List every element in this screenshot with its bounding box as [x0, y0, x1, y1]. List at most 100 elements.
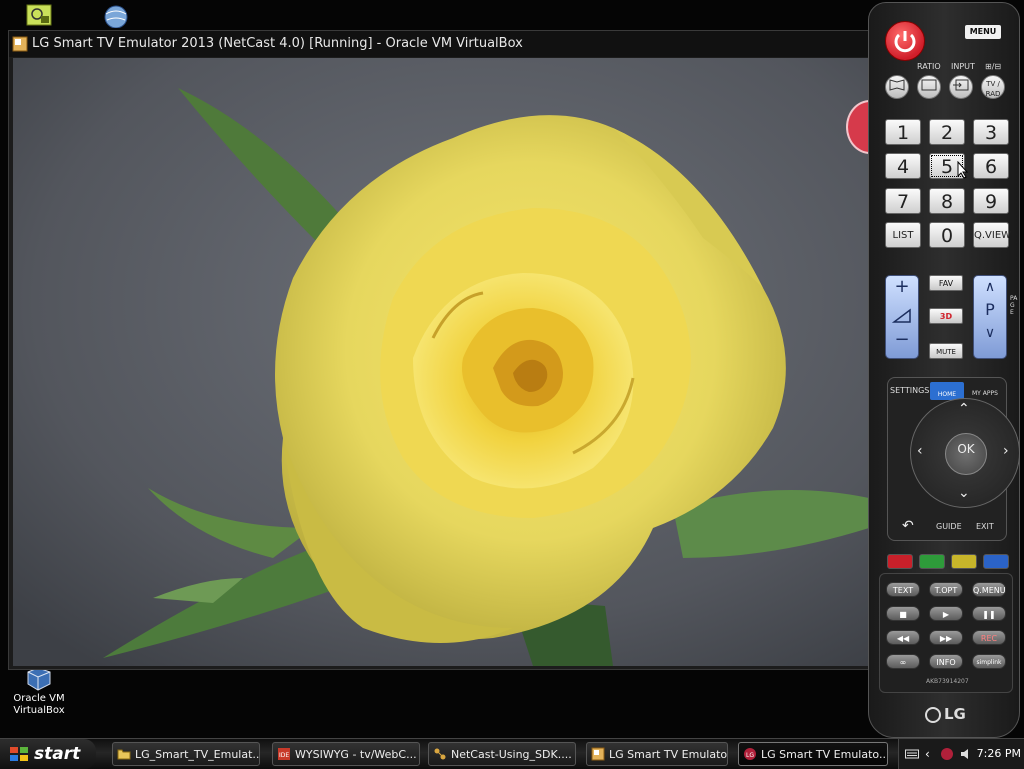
key-7[interactable]: 7 [885, 188, 921, 214]
up-arrow-icon[interactable]: ⌃ [958, 401, 970, 417]
my-apps-button[interactable]: MY APPS [972, 390, 998, 397]
rec-button[interactable]: REC [972, 630, 1006, 645]
info-button[interactable]: INFO [929, 654, 963, 669]
settings-button[interactable]: SETTINGS [890, 386, 929, 395]
taskbar: start LG_Smart_TV_Emulat... IDE WYSIWYG … [0, 738, 1024, 769]
lg-tray-icon[interactable] [939, 747, 955, 761]
yellow-button[interactable] [951, 554, 977, 569]
topt-button[interactable]: T.OPT [929, 582, 963, 597]
desktop-shortcut-icon[interactable] [26, 4, 56, 30]
qmenu-button[interactable]: Q.MENU [972, 582, 1006, 597]
volume-down-label: − [894, 329, 910, 350]
virtualbox-icon [27, 668, 51, 691]
mute-button[interactable]: MUTE [929, 343, 963, 359]
lg-logo: LG [925, 705, 966, 723]
playback-panel: TEXT T.OPT Q.MENU ■ ▶ ❚❚ ◀◀ ▶▶ REC ∞ INF… [879, 573, 1013, 693]
lg-icon: LG [744, 748, 756, 760]
power-button[interactable] [885, 21, 925, 61]
navigation-panel: SETTINGS HOME MY APPS ⌃ ‹ › ⌄ OK ↶ GUIDE… [887, 377, 1020, 541]
ok-label: OK [957, 442, 975, 456]
lg-brand-text: LG [944, 705, 966, 723]
direction-pad[interactable]: ⌃ ‹ › ⌄ OK [910, 398, 1020, 508]
stop-button[interactable]: ■ [886, 606, 920, 621]
window-titlebar[interactable]: LG Smart TV Emulator 2013 (NetCast 4.0) … [9, 31, 871, 57]
start-button[interactable]: start [0, 739, 96, 769]
3d-button[interactable]: 3D [929, 308, 963, 324]
system-tray: ‹ 7:26 PM [898, 739, 1024, 769]
channel-up-icon: ∧ [984, 279, 996, 295]
virtualbox-desktop-icon[interactable]: Oracle VM VirtualBox [10, 668, 68, 722]
tray-expand-icon[interactable]: ‹ [925, 739, 930, 769]
emulator-screen[interactable] [13, 58, 869, 666]
exit-button[interactable]: EXIT [976, 522, 994, 531]
menu-button[interactable]: MENU [965, 25, 1001, 39]
key-3[interactable]: 3 [973, 119, 1009, 145]
input-icon [953, 79, 969, 91]
text-button[interactable]: TEXT [886, 582, 920, 597]
fast-forward-button[interactable]: ▶▶ [929, 630, 963, 645]
task-label: NetCast-Using_SDK.... [451, 748, 572, 761]
network-icon [434, 748, 446, 760]
keyboard-icon[interactable] [905, 748, 919, 760]
taskbar-item-folder[interactable]: LG_Smart_TV_Emulat... [112, 742, 260, 766]
key-8[interactable]: 8 [929, 188, 965, 214]
blue-button[interactable] [983, 554, 1009, 569]
home-label: HOME [937, 391, 957, 398]
globe-shortcut-icon[interactable] [102, 4, 132, 30]
book-icon [889, 79, 905, 91]
taskbar-item-netcast[interactable]: NetCast-Using_SDK.... [428, 742, 576, 766]
red-button[interactable] [887, 554, 913, 569]
key-0[interactable]: 0 [929, 222, 965, 248]
channel-rocker[interactable]: ∧ P ∨ [973, 275, 1007, 359]
tv-rad-button[interactable]: TV / RAD [981, 75, 1005, 99]
input-label: INPUT [951, 62, 975, 71]
ok-button[interactable]: OK [945, 433, 987, 475]
key-6[interactable]: 6 [973, 153, 1009, 179]
green-button[interactable] [919, 554, 945, 569]
volume-up-label: + [894, 276, 910, 297]
right-arrow-icon[interactable]: › [1003, 443, 1009, 459]
play-button[interactable]: ▶ [929, 606, 963, 621]
pause-button[interactable]: ❚❚ [972, 606, 1006, 621]
taskbar-item-emulator-vbox[interactable]: LG Smart TV Emulato... [586, 742, 728, 766]
taskbar-item-wysiwyg[interactable]: IDE WYSIWYG - tv/WebC... [272, 742, 420, 766]
volume-rocker[interactable]: + − [885, 275, 919, 359]
key-2[interactable]: 2 [929, 119, 965, 145]
rewind-button[interactable]: ◀◀ [886, 630, 920, 645]
mouse-cursor-icon [957, 161, 969, 179]
fav-button[interactable]: FAV [929, 275, 963, 291]
taskbar-item-emulator-active[interactable]: LG LG Smart TV Emulato... [738, 742, 888, 766]
ide-icon: IDE [278, 748, 290, 760]
svg-text:LG: LG [746, 752, 754, 759]
task-label: LG Smart TV Emulato... [609, 748, 728, 761]
book-button[interactable] [885, 75, 909, 99]
qview-button[interactable]: Q.VIEW [973, 222, 1011, 248]
channel-down-icon: ∨ [984, 325, 996, 341]
left-arrow-icon[interactable]: ‹ [917, 443, 923, 459]
task-label: LG_Smart_TV_Emulat... [135, 748, 260, 761]
lg-circle-icon [925, 706, 941, 723]
link-button[interactable]: ∞ [886, 654, 920, 669]
key-4[interactable]: 4 [885, 153, 921, 179]
channel-label: P [985, 300, 995, 319]
clock[interactable]: 7:26 PM [969, 739, 1021, 769]
lg-remote-control: MENU RATIO INPUT ⊞/⊟ TV / RAD 1 2 3 4 5 … [868, 2, 1020, 738]
down-arrow-icon[interactable]: ⌄ [958, 485, 970, 501]
virtualbox-window: LG Smart TV Emulator 2013 (NetCast 4.0) … [8, 30, 872, 670]
window-title: LG Smart TV Emulator 2013 (NetCast 4.0) … [32, 36, 523, 51]
ratio-label: RATIO [917, 62, 941, 71]
input-button[interactable] [949, 75, 973, 99]
page-label: PAGE [1010, 295, 1018, 316]
key-9[interactable]: 9 [973, 188, 1009, 214]
ratio-button[interactable] [917, 75, 941, 99]
back-icon[interactable]: ↶ [902, 518, 914, 534]
simplink-button[interactable]: simplink [972, 654, 1006, 669]
svg-text:IDE: IDE [279, 752, 289, 759]
key-1[interactable]: 1 [885, 119, 921, 145]
virtualbox-icon [591, 747, 605, 761]
task-label: WYSIWYG - tv/WebC... [295, 748, 417, 761]
app-icon [12, 36, 28, 52]
folder-icon [117, 749, 131, 760]
list-button[interactable]: LIST [885, 222, 921, 248]
guide-button[interactable]: GUIDE [936, 522, 962, 531]
